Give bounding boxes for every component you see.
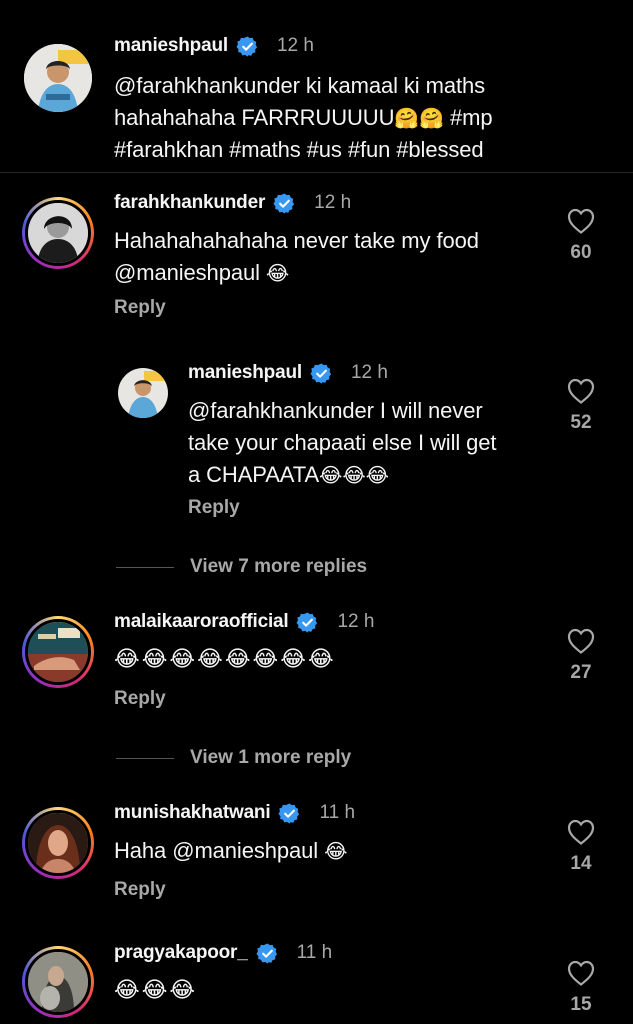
heart-outline-icon[interactable]: [567, 628, 595, 654]
reply-button[interactable]: Reply: [188, 497, 240, 519]
avatar-image: [28, 203, 88, 263]
comment-line: a CHAPAATA😂😂😂: [188, 462, 389, 487]
avatar[interactable]: [22, 807, 94, 879]
verified-badge-icon: [273, 192, 296, 215]
reply-button[interactable]: Reply: [114, 297, 166, 319]
reply-item: manieshpaul 12 h @farahkhankunder I will…: [0, 353, 633, 528]
verified-badge-icon: [236, 35, 259, 58]
username[interactable]: malaikaaroraofficial: [114, 611, 289, 633]
comment-text: @farahkhankunder ki kamaal ki maths haha…: [114, 70, 614, 166]
avatar[interactable]: [22, 946, 94, 1018]
timestamp: 11 h: [296, 942, 333, 963]
heart-outline-icon[interactable]: [567, 960, 595, 986]
avatar-image: [28, 952, 88, 1012]
avatar-image: [28, 622, 88, 682]
timestamp: 11 h: [319, 802, 356, 823]
reply-button[interactable]: Reply: [114, 879, 166, 901]
avatar-image: [24, 44, 92, 112]
timestamp: 12 h: [314, 192, 352, 213]
comment-item: farahkhankunder 12 h Hahahahahahaha neve…: [0, 173, 633, 353]
comment-text: 😂😂😂: [114, 975, 554, 1007]
username[interactable]: munishakhatwani: [114, 802, 271, 824]
comment-line: @farahkhankunder ki kamaal ki maths: [114, 73, 486, 98]
view-more-label: View 1 more reply: [190, 747, 352, 768]
view-more-replies-button[interactable]: View 1 more reply: [116, 747, 351, 769]
comment-item: munishakhatwani 11 h Haha @manieshpaul 😂…: [0, 787, 633, 927]
comment-line: #farahkhan #maths #us #fun #blessed: [114, 137, 484, 162]
username[interactable]: pragyakapoor_: [114, 942, 248, 964]
reply-button[interactable]: Reply: [114, 688, 166, 710]
comment-line: take your chapaati else I will get: [188, 430, 497, 455]
username[interactable]: farahkhankunder: [114, 192, 265, 214]
username[interactable]: manieshpaul: [188, 362, 302, 384]
hug-emoji: 🤗🤗: [394, 106, 444, 130]
like-button[interactable]: 15: [561, 960, 601, 1016]
verified-badge-icon: [256, 942, 279, 965]
like-count: 14: [570, 853, 592, 874]
avatar-image: [118, 368, 168, 418]
timestamp: 12 h: [337, 611, 375, 632]
heart-outline-icon[interactable]: [567, 208, 595, 234]
view-more-label: View 7 more replies: [190, 556, 368, 577]
comment-line: @farahkhankunder I will never: [188, 398, 483, 423]
timestamp: 12 h: [276, 35, 314, 56]
comment-line: hahahahaha FARRRUUUUU🤗🤗 #mp: [114, 105, 493, 130]
verified-badge-icon: [310, 362, 333, 385]
comment-line: Hahahahahahaha never take my food: [114, 228, 479, 253]
like-count: 52: [570, 412, 592, 433]
comment-text: @farahkhankunder I will never take your …: [188, 395, 558, 491]
laughing-emoji: 😂: [324, 839, 348, 863]
like-button[interactable]: 14: [561, 819, 601, 875]
comment-text: Hahahahahahaha never take my food @manie…: [114, 225, 554, 289]
view-more-replies-button[interactable]: View 7 more replies: [116, 556, 367, 578]
comment-text: 😂😂😂😂😂😂😂😂: [114, 644, 554, 676]
laughing-emoji: 😂😂😂: [319, 463, 389, 487]
avatar[interactable]: [22, 197, 94, 269]
username[interactable]: manieshpaul: [114, 35, 228, 57]
view-more-line: [116, 566, 174, 568]
comment-line: Haha @manieshpaul 😂: [114, 838, 348, 863]
view-more-line: [116, 757, 174, 759]
laughing-emoji: 😂😂😂😂😂😂😂😂: [114, 647, 336, 672]
caption-comment: manieshpaul 12 h @farahkhankunder ki kam…: [0, 0, 633, 172]
like-count: 60: [570, 242, 592, 263]
verified-badge-icon: [296, 611, 319, 634]
laughing-emoji: 😂: [265, 261, 290, 285]
heart-outline-icon[interactable]: [567, 378, 595, 404]
like-count: 15: [570, 994, 592, 1015]
like-count: 27: [570, 662, 592, 683]
comment-text: Haha @manieshpaul 😂: [114, 835, 554, 867]
like-button[interactable]: 52: [561, 378, 601, 434]
verified-badge-icon: [278, 802, 301, 825]
like-button[interactable]: 60: [561, 208, 601, 264]
like-button[interactable]: 27: [561, 628, 601, 684]
timestamp: 12 h: [350, 362, 388, 383]
avatar[interactable]: [118, 368, 168, 418]
heart-outline-icon[interactable]: [567, 819, 595, 845]
comment-item: pragyakapoor_ 11 h 😂😂😂 15: [0, 928, 633, 1024]
laughing-emoji: 😂😂😂: [114, 978, 198, 1003]
avatar-image: [28, 813, 88, 873]
comment-line: @manieshpaul 😂: [114, 260, 290, 285]
avatar[interactable]: [22, 616, 94, 688]
avatar[interactable]: [24, 44, 92, 112]
comment-item: malaikaaroraofficial 12 h 😂😂😂😂😂😂😂😂 Reply…: [0, 596, 633, 736]
